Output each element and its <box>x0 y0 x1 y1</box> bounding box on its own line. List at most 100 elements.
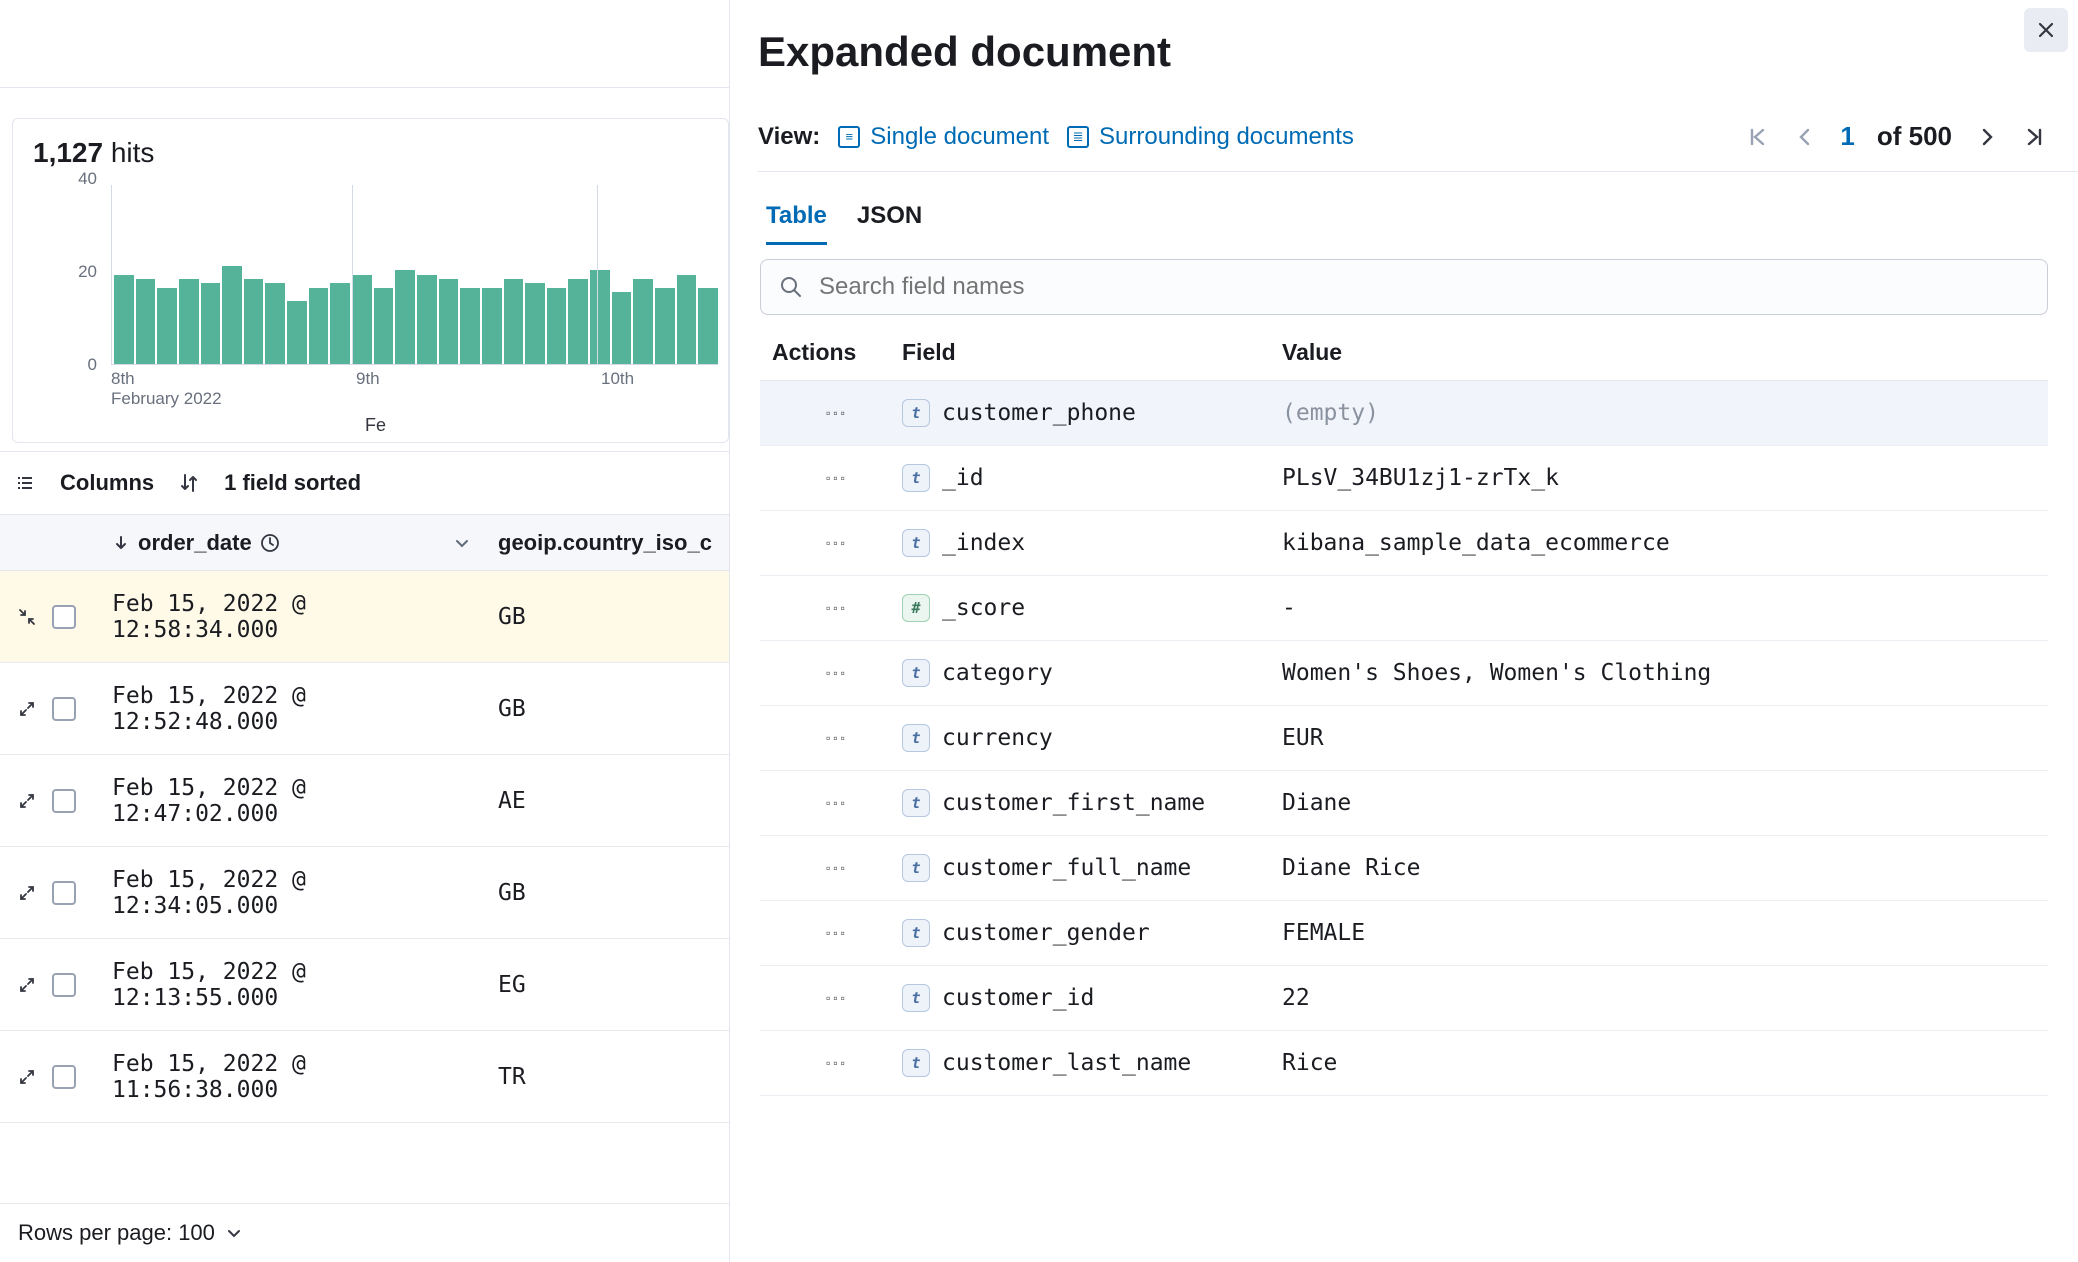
row-actions-button[interactable]: ▫▫▫ <box>821 1053 853 1073</box>
col-order-date-header[interactable]: order_date <box>104 530 484 556</box>
tab-table[interactable]: Table <box>766 202 827 245</box>
field-row[interactable]: ▫▫▫tcustomer_id22 <box>760 966 2048 1031</box>
expand-icon[interactable] <box>16 974 38 996</box>
row-checkbox[interactable] <box>52 697 76 721</box>
field-row[interactable]: ▫▫▫tcustomer_genderFEMALE <box>760 901 2048 966</box>
row-actions-button[interactable]: ▫▫▫ <box>821 728 853 748</box>
close-button[interactable] <box>2024 8 2068 52</box>
row-actions-button[interactable]: ▫▫▫ <box>821 468 853 488</box>
field-row[interactable]: ▫▫▫t_indexkibana_sample_data_ecommerce <box>760 511 2048 576</box>
histogram-bar[interactable] <box>590 270 610 364</box>
pager-first-button[interactable] <box>1744 124 1770 150</box>
histogram-bar[interactable] <box>352 275 372 365</box>
table-row[interactable]: Feb 15, 2022 @ 12:58:34.000GB <box>0 571 729 663</box>
histogram-bar[interactable] <box>136 279 156 364</box>
field-row[interactable]: ▫▫▫tcategoryWomen's Shoes, Women's Cloth… <box>760 641 2048 706</box>
histogram-chart[interactable]: 40 20 0 8th 9th 10th February 2022 <box>33 179 718 409</box>
row-actions-button[interactable]: ▫▫▫ <box>821 533 853 553</box>
field-row[interactable]: ▫▫▫t_idPLsV_34BU1zj1-zrTx_k <box>760 446 2048 511</box>
field-row[interactable]: ▫▫▫tcustomer_last_nameRice <box>760 1031 2048 1096</box>
document-icon: ≡ <box>838 126 860 148</box>
histogram-bar[interactable] <box>568 279 588 364</box>
histogram-bar[interactable] <box>439 279 459 364</box>
histogram-bar[interactable] <box>114 275 134 365</box>
row-checkbox[interactable] <box>52 881 76 905</box>
expand-icon[interactable] <box>16 1066 38 1088</box>
type-badge: t <box>902 1049 930 1077</box>
row-actions-button[interactable]: ▫▫▫ <box>821 403 853 423</box>
row-checkbox[interactable] <box>52 789 76 813</box>
histogram-bar[interactable] <box>201 283 221 364</box>
histogram-bar[interactable] <box>374 288 394 364</box>
row-actions-button[interactable]: ▫▫▫ <box>821 858 853 878</box>
histogram-bar[interactable] <box>157 288 177 364</box>
rows-per-page[interactable]: Rows per page: 100 <box>0 1203 729 1262</box>
field-name: tcustomer_last_name <box>902 1049 1282 1077</box>
pager-next-button[interactable] <box>1974 124 2000 150</box>
histogram-bar[interactable] <box>525 283 545 364</box>
table-row[interactable]: Feb 15, 2022 @ 11:56:38.000TR <box>0 1031 729 1123</box>
y-axis: 40 20 0 <box>63 179 103 365</box>
histogram-bar[interactable] <box>179 279 199 364</box>
field-value: FEMALE <box>1282 920 2036 946</box>
row-checkbox[interactable] <box>52 605 76 629</box>
cell-order-date: Feb 15, 2022 @ 12:58:34.000 <box>104 591 484 643</box>
expand-icon[interactable] <box>16 698 38 720</box>
row-checkbox[interactable] <box>52 973 76 997</box>
row-actions-button[interactable]: ▫▫▫ <box>821 988 853 1008</box>
field-row[interactable]: ▫▫▫tcustomer_first_nameDiane <box>760 771 2048 836</box>
row-checkbox[interactable] <box>52 1065 76 1089</box>
table-row[interactable]: Feb 15, 2022 @ 12:52:48.000GB <box>0 663 729 755</box>
row-actions-button[interactable]: ▫▫▫ <box>821 663 853 683</box>
field-name: #_score <box>902 594 1282 622</box>
histogram-bar[interactable] <box>677 275 697 365</box>
histogram-bar[interactable] <box>265 283 285 364</box>
histogram-bar[interactable] <box>504 279 524 364</box>
histogram-bar[interactable] <box>482 288 502 364</box>
histogram-bar[interactable] <box>222 266 242 364</box>
histogram-bar[interactable] <box>633 279 653 364</box>
surrounding-documents-link[interactable]: ≣ Surrounding documents <box>1067 123 1354 151</box>
sorted-button[interactable]: 1 field sorted <box>224 470 361 496</box>
expand-icon[interactable] <box>16 882 38 904</box>
pager-prev-button[interactable] <box>1792 124 1818 150</box>
document-flyout: Expanded document View: ≡ Single documen… <box>730 0 2078 1262</box>
table-row[interactable]: Feb 15, 2022 @ 12:34:05.000GB <box>0 847 729 939</box>
hits-count: 1,127 hits <box>33 137 718 169</box>
collapse-icon[interactable] <box>16 606 38 628</box>
histogram-bar[interactable] <box>330 283 350 364</box>
histogram-bar[interactable] <box>417 275 437 365</box>
histogram-bar[interactable] <box>612 292 632 364</box>
type-badge: t <box>902 659 930 687</box>
x-tick: 10th <box>601 369 634 389</box>
row-actions-button[interactable]: ▫▫▫ <box>821 793 853 813</box>
pager-last-button[interactable] <box>2022 124 2048 150</box>
histogram-bar[interactable] <box>698 288 718 364</box>
table-row[interactable]: Feb 15, 2022 @ 12:47:02.000AE <box>0 755 729 847</box>
histogram-bar[interactable] <box>309 288 329 364</box>
histogram-bar[interactable] <box>395 270 415 364</box>
row-actions-button[interactable]: ▫▫▫ <box>821 598 853 618</box>
histogram-bar[interactable] <box>655 288 675 364</box>
chevron-down-icon[interactable] <box>450 531 474 555</box>
tab-json[interactable]: JSON <box>857 202 922 245</box>
columns-button[interactable]: Columns <box>60 470 154 496</box>
col-geo-header[interactable]: geoip.country_iso_c <box>484 530 729 556</box>
histogram-bar[interactable] <box>460 288 480 364</box>
field-name: tcurrency <box>902 724 1282 752</box>
histogram-bar[interactable] <box>547 288 567 364</box>
field-row[interactable]: ▫▫▫tcurrencyEUR <box>760 706 2048 771</box>
histogram-bar[interactable] <box>244 279 264 364</box>
row-actions-button[interactable]: ▫▫▫ <box>821 923 853 943</box>
single-document-link[interactable]: ≡ Single document <box>838 123 1049 151</box>
expand-icon[interactable] <box>16 790 38 812</box>
field-row[interactable]: ▫▫▫#_score - <box>760 576 2048 641</box>
histogram-bar[interactable] <box>287 301 307 364</box>
search-input[interactable] <box>819 273 2029 301</box>
field-row[interactable]: ▫▫▫tcustomer_phone(empty) <box>760 381 2048 446</box>
cell-order-date: Feb 15, 2022 @ 12:13:55.000 <box>104 959 484 1011</box>
field-row[interactable]: ▫▫▫tcustomer_full_nameDiane Rice <box>760 836 2048 901</box>
clock-icon <box>260 533 280 553</box>
search-field-names[interactable] <box>760 259 2048 315</box>
table-row[interactable]: Feb 15, 2022 @ 12:13:55.000EG <box>0 939 729 1031</box>
